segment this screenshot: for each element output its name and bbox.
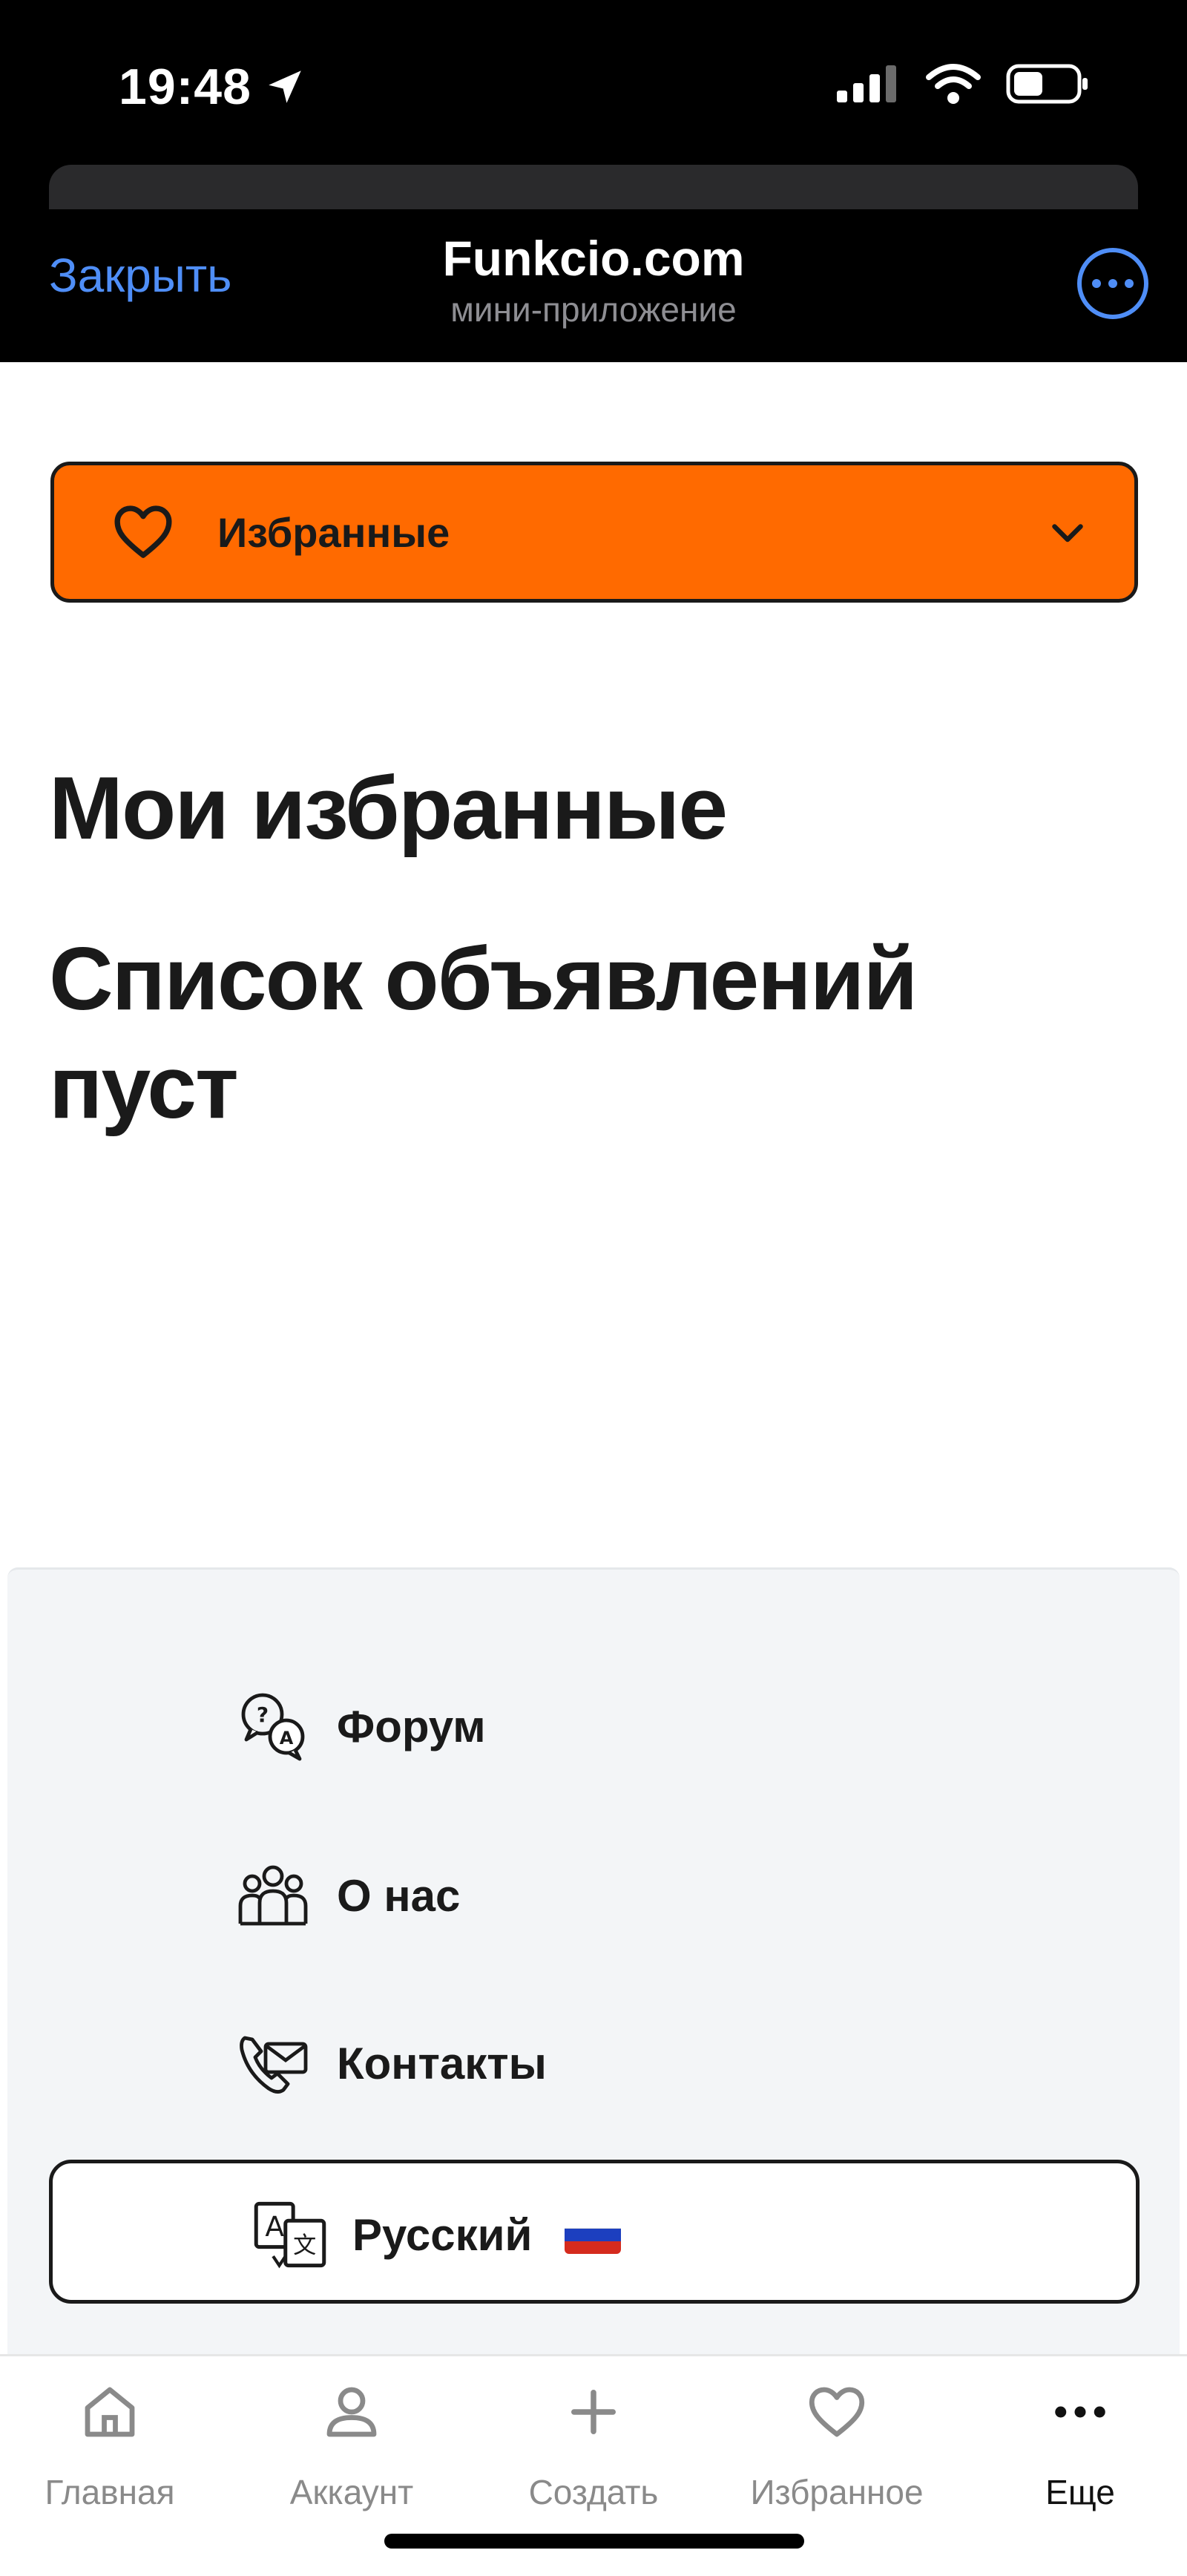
translate-icon: A 文 (254, 2201, 326, 2269)
dot (1125, 279, 1134, 288)
favorites-dropdown[interactable]: Избранные (50, 462, 1138, 603)
language-label: Русский (352, 2209, 533, 2260)
top-bar: 19:48 Закрыть Funkcio.com мини-приложени… (0, 0, 1187, 362)
chevron-down-icon (1052, 524, 1083, 543)
tab-label: Аккаунт (289, 2473, 414, 2511)
team-icon (238, 1865, 308, 1926)
status-clock: 19:48 (119, 58, 306, 116)
menu-item-label: О нас (337, 1870, 461, 1921)
tab-label: Главная (45, 2473, 175, 2511)
status-time: 19:48 (119, 59, 251, 115)
menu-item-label: Форум (337, 1701, 486, 1751)
menu-item-about[interactable]: О нас (236, 1858, 460, 1933)
svg-text:A: A (265, 2210, 284, 2243)
dropdown-label: Избранные (217, 508, 450, 556)
heart-icon (114, 505, 172, 558)
forum-icon: ? A (241, 1693, 305, 1761)
russia-flag-icon (565, 2215, 622, 2254)
header-title: Funkcio.com (442, 231, 745, 286)
menu-item-forum[interactable]: ? A Форум (236, 1689, 486, 1763)
header-subtitle: мини-приложение (450, 290, 737, 329)
tab-favorites[interactable]: Избранное (718, 2379, 956, 2512)
tab-label: Создать (528, 2473, 659, 2511)
home-indicator[interactable] (384, 2534, 804, 2549)
user-icon (326, 2387, 377, 2437)
dot (1092, 279, 1101, 288)
cellular-signal-icon (837, 65, 896, 102)
status-icons (837, 64, 1089, 104)
sheet-grabber (49, 165, 1138, 209)
battery-icon (1006, 64, 1088, 104)
more-options-button[interactable] (1077, 248, 1148, 319)
plus-icon (571, 2390, 616, 2434)
language-selector[interactable]: A 文 Русский (49, 2160, 1140, 2304)
menu-item-contacts[interactable]: Контакты (236, 2026, 547, 2100)
svg-text:?: ? (257, 1702, 269, 1727)
location-arrow-icon (269, 71, 301, 103)
tab-label: Еще (1045, 2473, 1115, 2511)
heart-icon (809, 2387, 865, 2437)
more-icon (1055, 2406, 1105, 2418)
dot (1108, 279, 1117, 288)
contact-icon (240, 2036, 308, 2094)
tab-more[interactable]: Еще (961, 2379, 1187, 2512)
empty-list-message: Список объявлений пуст (49, 929, 918, 1137)
wifi-icon (926, 64, 981, 104)
svg-text:A: A (280, 1728, 294, 1749)
home-icon (85, 2387, 135, 2437)
page-title: Мои избранные (49, 758, 728, 858)
menu-item-label: Контакты (337, 2038, 547, 2088)
svg-text:文: 文 (293, 2232, 316, 2259)
tab-create[interactable]: Создать (475, 2379, 712, 2512)
tab-account[interactable]: Аккаунт (233, 2379, 470, 2512)
tab-label: Избранное (750, 2473, 924, 2511)
tab-home[interactable]: Главная (0, 2379, 228, 2512)
